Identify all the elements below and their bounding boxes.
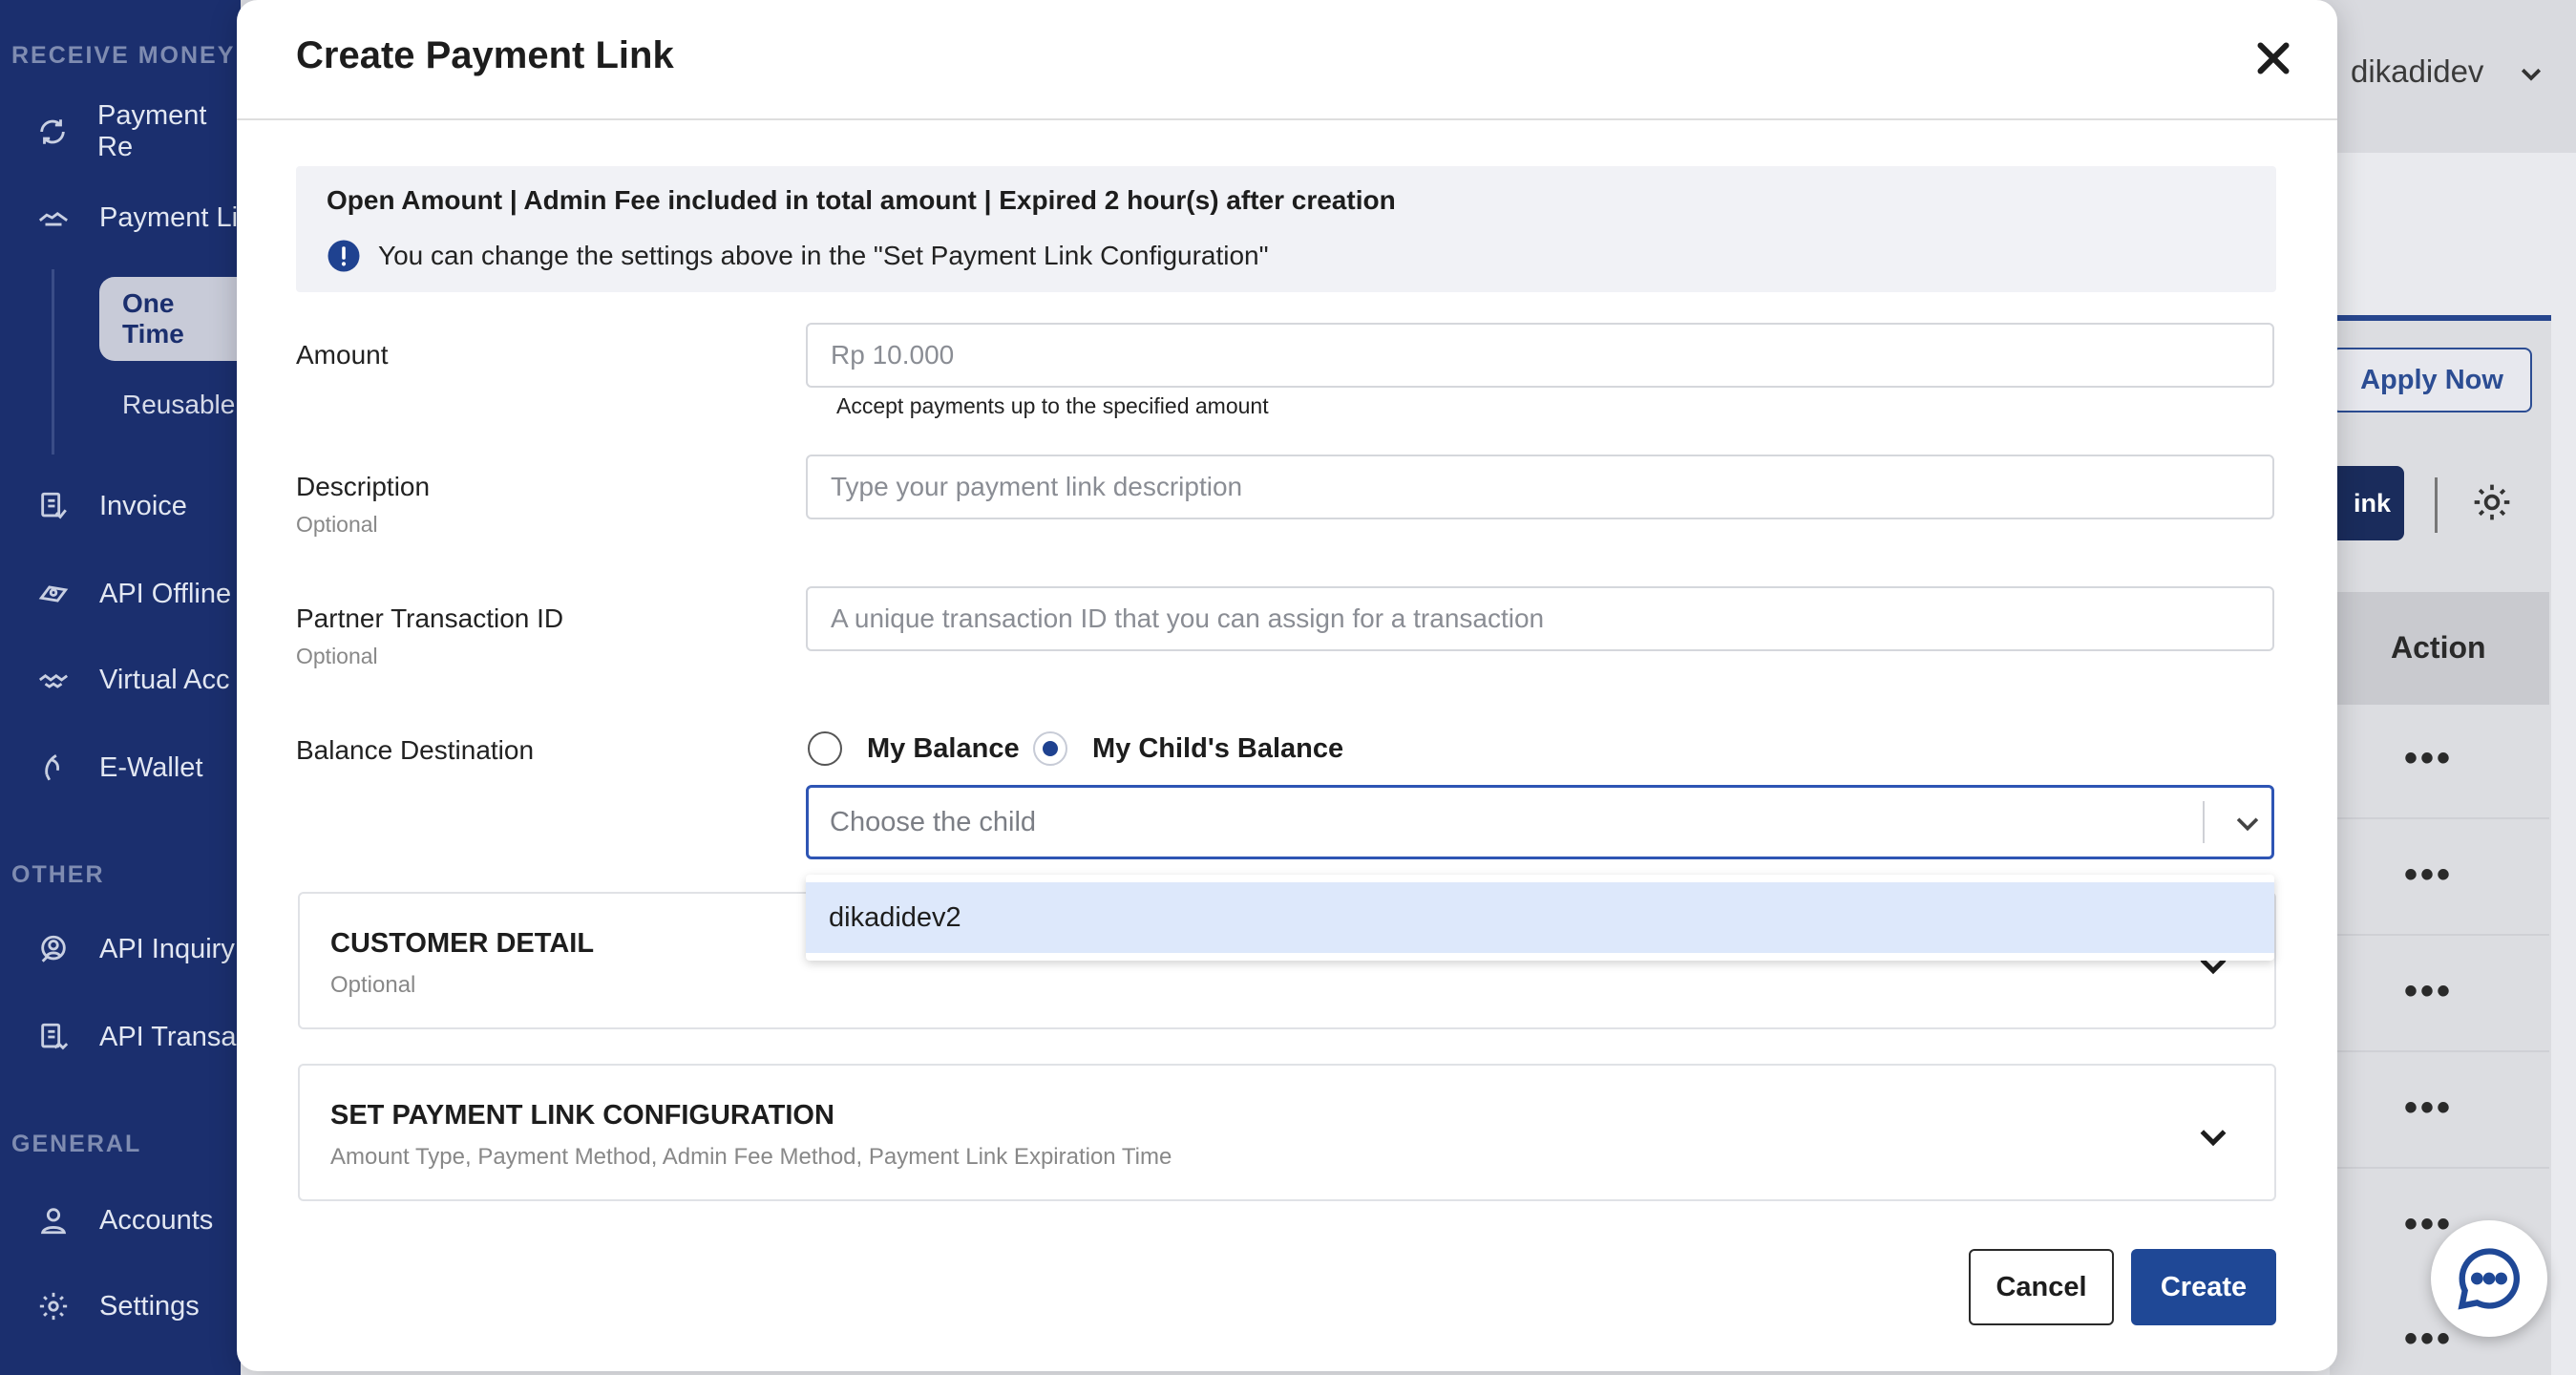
amount-helper: Accept payments up to the specified amou…: [836, 393, 1269, 418]
sidebar-item-label: API Offline: [99, 578, 232, 609]
config-summary: Open Amount | Admin Fee included in tota…: [327, 185, 1396, 215]
sidebar-item-label: Payment Re: [97, 100, 207, 162]
description-optional: Optional: [296, 512, 378, 537]
select-separator: [2203, 801, 2205, 843]
cash-icon: [36, 577, 71, 611]
section-other: OTHER: [11, 861, 105, 888]
close-icon[interactable]: [2251, 36, 2295, 80]
chevron-down-icon[interactable]: [2517, 59, 2545, 88]
sidebar-item-invoice[interactable]: Invoice: [0, 476, 241, 537]
create-payment-link-modal: Create Payment Link Open Amount | Admin …: [237, 0, 2337, 1371]
inquiry-icon: [36, 932, 71, 966]
sidebar-item-virtual-account[interactable]: Virtual Acc: [0, 649, 241, 710]
row-divider: [2330, 817, 2549, 819]
partner-txn-label: Partner Transaction ID: [296, 603, 564, 633]
sidebar-item-label: API Transa: [99, 1021, 237, 1052]
sidebar-item-payment-link[interactable]: Payment Li: [0, 187, 241, 248]
radio-my-balance[interactable]: [808, 731, 842, 766]
modal-title: Create Payment Link: [296, 34, 674, 76]
row-menu-icon[interactable]: •••: [2404, 970, 2453, 1013]
action-column-header: Action: [2391, 630, 2486, 665]
partner-txn-input[interactable]: [806, 586, 2274, 651]
sidebar-item-e-wallet[interactable]: E-Wallet: [0, 737, 241, 798]
user-name[interactable]: dikadidev: [2351, 53, 2483, 90]
sidebar-item-label: Invoice: [99, 490, 187, 521]
sidebar-item-settings[interactable]: Settings: [0, 1276, 241, 1337]
description-input[interactable]: [806, 455, 2274, 519]
handshake-icon: [36, 663, 71, 697]
create-link-button[interactable]: ink: [2330, 466, 2404, 540]
config-hint: You can change the settings above in the…: [327, 239, 1269, 273]
row-divider: [2330, 1050, 2549, 1052]
config-hint-text: You can change the settings above in the…: [378, 241, 1269, 270]
sidebar-item-api-transaction[interactable]: API Transa: [0, 1006, 241, 1068]
child-select[interactable]: Choose the child: [806, 785, 2274, 859]
alert-icon: [327, 240, 360, 272]
payment-link-config-accordion[interactable]: SET PAYMENT LINK CONFIGURATION Amount Ty…: [298, 1064, 2276, 1201]
sidebar-item-label: Payment Li: [99, 201, 239, 233]
radio-child-balance[interactable]: [1033, 731, 1067, 766]
sidebar-item-label: Accounts: [99, 1204, 214, 1236]
info-banner: Open Amount | Admin Fee included in tota…: [296, 166, 2276, 292]
chat-button[interactable]: [2431, 1220, 2547, 1337]
section-receive-money: RECEIVE MONEY: [11, 42, 236, 69]
chevron-down-icon[interactable]: [2194, 1117, 2232, 1155]
amount-label: Amount: [296, 340, 389, 370]
balance-destination-label: Balance Destination: [296, 735, 535, 765]
row-divider: [2330, 1167, 2549, 1169]
apply-now-button[interactable]: Apply Now: [2332, 348, 2532, 412]
invoice-icon: [36, 489, 71, 523]
customer-detail-title: CUSTOMER DETAIL: [330, 928, 595, 959]
sidebar-item-label: API Inquiry: [99, 933, 235, 964]
sidebar-item-label: E-Wallet: [99, 751, 203, 783]
row-menu-icon[interactable]: •••: [2404, 737, 2453, 780]
customer-detail-subtitle: Optional: [330, 972, 416, 998]
wallet-icon: [36, 751, 71, 785]
gear-icon: [36, 1289, 71, 1323]
divider: [2435, 477, 2438, 533]
panel-accent: [2330, 315, 2551, 321]
amount-input[interactable]: [806, 323, 2274, 388]
partner-txn-optional: Optional: [296, 644, 378, 668]
chevron-down-icon[interactable]: [2231, 807, 2264, 839]
sidebar-item-payment-request[interactable]: Payment Re: [0, 100, 241, 162]
sidebar: RECEIVE MONEY Payment Re Payment Li One …: [0, 0, 243, 1375]
cancel-button[interactable]: Cancel: [1969, 1249, 2114, 1325]
transaction-icon: [36, 1020, 71, 1054]
config-title: SET PAYMENT LINK CONFIGURATION: [330, 1100, 834, 1131]
row-menu-icon[interactable]: •••: [2404, 854, 2453, 897]
modal-header: Create Payment Link: [237, 0, 2337, 120]
dropdown-option[interactable]: dikadidev2: [806, 882, 2274, 953]
sidebar-item-accounts[interactable]: Accounts: [0, 1190, 241, 1251]
chat-icon: [2458, 1248, 2520, 1310]
create-button[interactable]: Create: [2131, 1249, 2276, 1325]
row-menu-icon[interactable]: •••: [2404, 1087, 2453, 1130]
settings-gear-icon[interactable]: [2471, 481, 2513, 523]
child-balance-label[interactable]: My Child's Balance: [1092, 733, 1343, 765]
user-icon: [36, 1203, 71, 1238]
hand-coin-icon: [36, 201, 71, 235]
row-menu-icon[interactable]: •••: [2404, 1318, 2453, 1361]
sidebar-item-api-offline[interactable]: API Offline: [0, 563, 241, 624]
sidebar-item-api-inquiry[interactable]: API Inquiry: [0, 919, 241, 980]
sidebar-subitem-one-time[interactable]: One Time: [99, 277, 243, 361]
refresh-icon: [36, 115, 69, 149]
sidebar-item-label: Settings: [99, 1290, 200, 1322]
sidebar-subitem-reusable[interactable]: Reusable: [99, 363, 243, 447]
description-label: Description: [296, 472, 431, 501]
section-general: GENERAL: [11, 1131, 142, 1157]
sidebar-item-label: Virtual Acc: [99, 664, 230, 695]
my-balance-label[interactable]: My Balance: [867, 733, 1020, 765]
config-subtitle: Amount Type, Payment Method, Admin Fee M…: [330, 1144, 1172, 1170]
submenu-line: [52, 269, 54, 455]
child-dropdown-menu: dikadidev2: [806, 875, 2274, 961]
child-select-placeholder: Choose the child: [830, 807, 1037, 837]
row-divider: [2330, 934, 2549, 936]
